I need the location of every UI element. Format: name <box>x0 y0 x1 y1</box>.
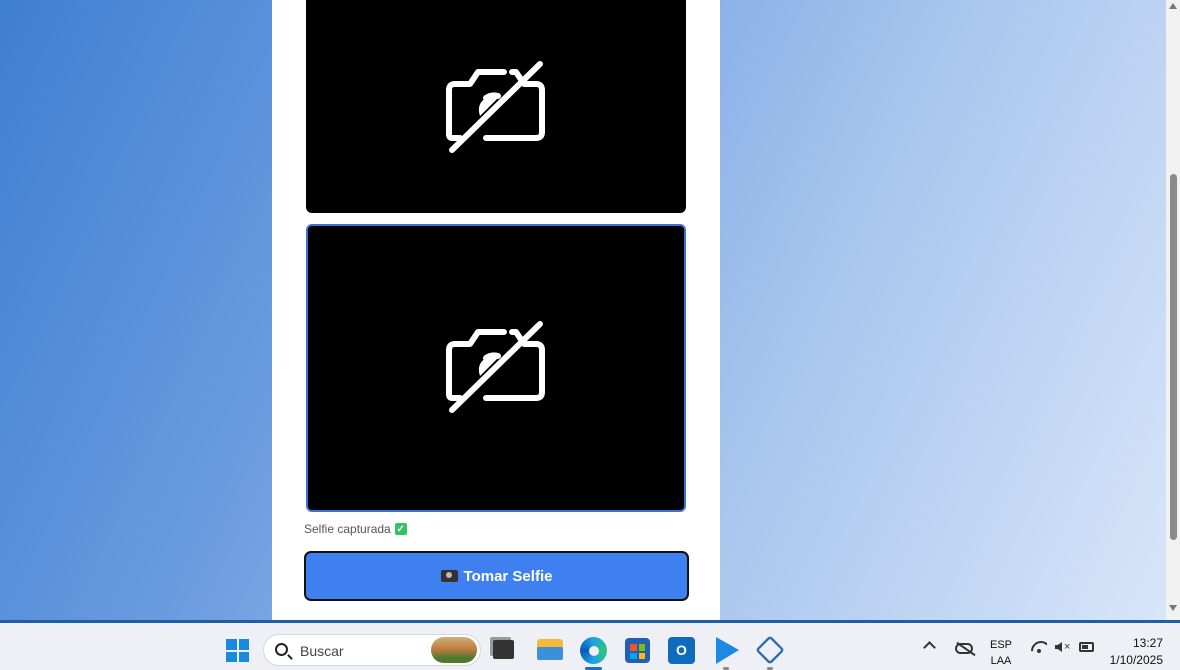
camera-off-icon <box>446 321 545 413</box>
status-text: Selfie capturada <box>304 522 391 536</box>
onedrive-offline-icon[interactable] <box>955 643 973 654</box>
edge-browser-icon[interactable] <box>580 637 607 664</box>
page-scrollbar[interactable] <box>1166 0 1180 620</box>
keyboard-layout-code: LAA <box>990 655 1012 667</box>
camera-off-icon <box>446 60 545 153</box>
search-highlight-image <box>431 637 477 663</box>
file-explorer-icon[interactable] <box>537 639 563 660</box>
check-mark-icon: ✓ <box>394 523 407 535</box>
windows-start-icon[interactable] <box>226 639 249 662</box>
camera-preview-top <box>306 0 686 213</box>
taskbar-search-box[interactable]: Buscar <box>263 634 481 666</box>
app-launcher-icon[interactable] <box>755 635 785 665</box>
camera-preview-selfie <box>306 224 686 512</box>
clock-date: 1/10/2025 <box>1109 653 1163 667</box>
camera-icon <box>440 570 458 582</box>
search-icon <box>275 643 288 656</box>
web-page-panel: Selfie capturada ✓ Tomar Selfie <box>272 0 720 620</box>
show-hidden-icons-chevron-icon[interactable] <box>923 641 936 654</box>
wifi-icon[interactable] <box>1031 641 1047 653</box>
language-code: ESP <box>989 639 1012 651</box>
task-view-icon[interactable] <box>493 640 514 659</box>
outlook-icon[interactable]: O <box>668 637 695 664</box>
taskbar-clock[interactable]: 13:27 1/10/2025 <box>1100 635 1176 669</box>
clock-time: 13:27 <box>1132 636 1163 650</box>
vscode-icon[interactable] <box>712 637 739 664</box>
speaker-muted-icon[interactable] <box>1055 642 1062 652</box>
search-placeholder: Buscar <box>300 643 344 659</box>
scroll-down-arrow-icon[interactable] <box>1169 605 1177 611</box>
scrollbar-thumb[interactable] <box>1170 174 1177 540</box>
take-selfie-label: Tomar Selfie <box>463 567 553 585</box>
take-selfie-button[interactable]: Tomar Selfie <box>304 551 689 601</box>
selfie-status: Selfie capturada ✓ <box>304 522 407 536</box>
mute-mark-icon: × <box>1064 641 1071 653</box>
input-language-indicator[interactable]: ESP LAA <box>984 637 1018 669</box>
scroll-up-arrow-icon[interactable] <box>1169 3 1177 9</box>
microsoft-store-icon[interactable] <box>625 638 650 663</box>
battery-icon[interactable] <box>1079 642 1094 652</box>
windows-taskbar: Buscar O ESP LAA × 13:27 1/10/2025 <box>0 620 1180 670</box>
